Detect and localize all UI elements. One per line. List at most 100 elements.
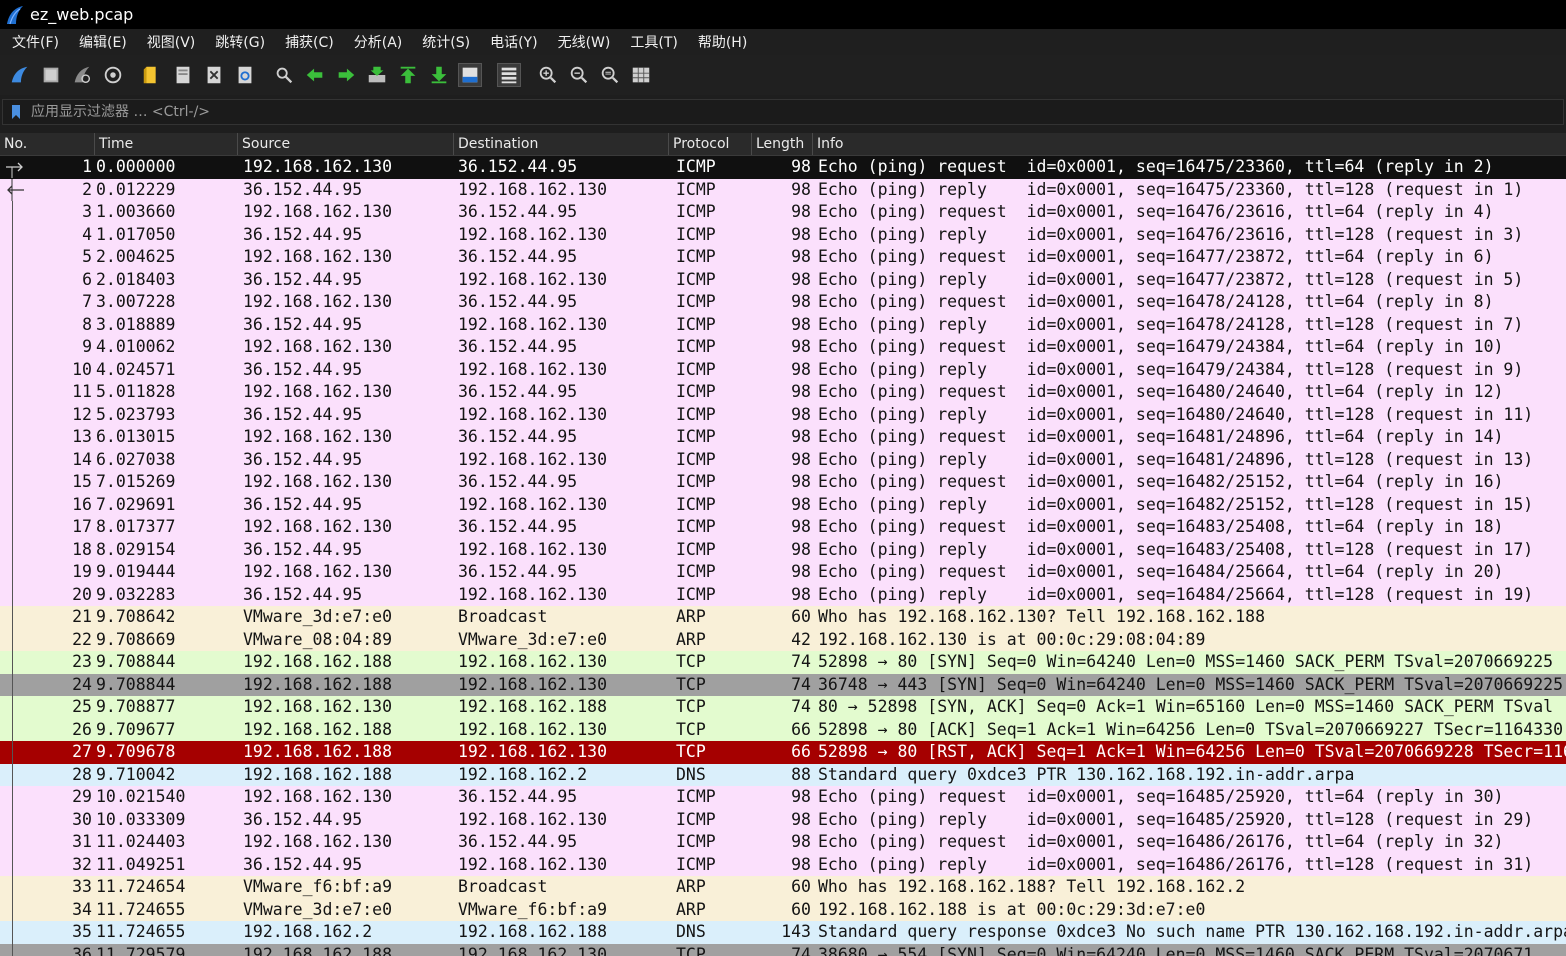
table-row[interactable]: 27 9.709678 192.168.162.188 192.168.162.130… bbox=[0, 741, 1566, 764]
related-packet-line bbox=[12, 718, 13, 741]
cell-no: 30 bbox=[0, 808, 95, 831]
menu-item-1[interactable]: 编辑(E) bbox=[67, 32, 135, 52]
go-last-packet-button[interactable] bbox=[427, 63, 451, 87]
menu-item-6[interactable]: 统计(S) bbox=[410, 32, 478, 52]
table-row[interactable]: 23 9.708844 192.168.162.188 192.168.162.130… bbox=[0, 651, 1566, 674]
table-row[interactable]: 20 9.032283 36.152.44.95 192.168.162.130 ICM… bbox=[0, 583, 1566, 606]
cell-proto: ICMP bbox=[669, 561, 752, 584]
menu-item-10[interactable]: 帮助(H) bbox=[686, 32, 755, 52]
table-row[interactable]: 12 5.023793 36.152.44.95 192.168.162.130 ICM… bbox=[0, 403, 1566, 426]
table-row[interactable]: 32 11.049251 36.152.44.95 192.168.162.130 IC… bbox=[0, 853, 1566, 876]
table-row[interactable]: 10 4.024571 36.152.44.95 192.168.162.130 ICM… bbox=[0, 358, 1566, 381]
related-packet-line bbox=[12, 381, 13, 404]
table-row[interactable]: 14 6.027038 36.152.44.95 192.168.162.130 ICM… bbox=[0, 448, 1566, 471]
close-file-button[interactable] bbox=[202, 63, 226, 87]
stop-capture-button[interactable] bbox=[39, 63, 63, 87]
menu-item-7[interactable]: 电话(Y) bbox=[478, 32, 545, 52]
cell-dst-text: 192.168.162.130 bbox=[458, 359, 608, 379]
table-row[interactable]: 5 2.004625 192.168.162.130 36.152.44.95 ICMP… bbox=[0, 246, 1566, 269]
colorize-button[interactable] bbox=[497, 63, 521, 87]
table-row[interactable]: 28 9.710042 192.168.162.188 192.168.162.2 DN… bbox=[0, 763, 1566, 787]
packet-list[interactable]: 1 0.000000 192.168.162.130 36.152.44.95 ICMP… bbox=[0, 156, 1566, 956]
column-header-time[interactable]: Time bbox=[95, 133, 238, 155]
table-row[interactable]: 11 5.011828 192.168.162.130 36.152.44.95 ICM… bbox=[0, 381, 1566, 404]
filter-bookmark-icon[interactable] bbox=[11, 104, 21, 120]
save-file-button[interactable] bbox=[171, 63, 195, 87]
go-first-packet-button[interactable] bbox=[396, 63, 420, 87]
table-row[interactable]: 3 1.003660 192.168.162.130 36.152.44.95 ICMP… bbox=[0, 201, 1566, 224]
menu-item-5[interactable]: 分析(A) bbox=[342, 32, 411, 52]
column-header-info[interactable]: Info bbox=[813, 133, 1566, 155]
table-row[interactable]: 16 7.029691 36.152.44.95 192.168.162.130 ICM… bbox=[0, 493, 1566, 517]
table-row[interactable]: 24 9.708844 192.168.162.188 192.168.162.130… bbox=[0, 673, 1566, 696]
table-row[interactable]: 35 11.724655 192.168.162.2 192.168.162.188 D… bbox=[0, 921, 1566, 944]
menu-item-9[interactable]: 工具(T) bbox=[618, 32, 685, 52]
zoom-out-button[interactable] bbox=[567, 63, 591, 87]
table-row[interactable]: 13 6.013015 192.168.162.130 36.152.44.95 ICM… bbox=[0, 426, 1566, 449]
table-row[interactable]: 15 7.015269 192.168.162.130 36.152.44.95 ICM… bbox=[0, 471, 1566, 494]
colorize-icon bbox=[501, 67, 517, 84]
cell-proto-text: ICMP bbox=[676, 472, 716, 491]
menu-item-2[interactable]: 视图(V) bbox=[135, 32, 204, 52]
menu-item-0[interactable]: 文件(F) bbox=[0, 32, 67, 52]
table-row[interactable]: 21 9.708642 VMware_3d:e7:e0 Broadcast ARP 60 W… bbox=[0, 606, 1566, 629]
table-row[interactable]: 6 2.018403 36.152.44.95 192.168.162.130 ICMP… bbox=[0, 268, 1566, 291]
cell-info: Echo (ping) request id=0x0001, seq=16480… bbox=[813, 381, 1566, 404]
cell-time: 9.708669 bbox=[95, 629, 238, 652]
open-file-button[interactable] bbox=[140, 63, 164, 87]
table-row[interactable]: 18 8.029154 36.152.44.95 192.168.162.130 ICM… bbox=[0, 538, 1566, 561]
table-row[interactable]: 4 1.017050 36.152.44.95 192.168.162.130 ICMP… bbox=[0, 223, 1566, 246]
zoom-in-button[interactable] bbox=[536, 63, 560, 87]
display-filter-input[interactable] bbox=[29, 100, 1563, 124]
table-row[interactable]: 22 9.708669 VMware_08:04:89 VMware_3d:e7:e0… bbox=[0, 628, 1566, 652]
column-header-destination[interactable]: Destination bbox=[454, 133, 669, 155]
find-packet-button[interactable] bbox=[272, 63, 296, 87]
table-row[interactable]: 34 11.724655 VMware_3d:e7:e0 VMware_f6:bf:a… bbox=[0, 898, 1566, 922]
reload-file-button[interactable] bbox=[233, 63, 257, 87]
column-header-no[interactable]: No. bbox=[0, 133, 95, 155]
cell-dst: 192.168.162.130 bbox=[454, 809, 669, 832]
zoom-normal-button[interactable] bbox=[598, 63, 622, 87]
table-row-selected[interactable]: 1 0.000000 192.168.162.130 36.152.44.95 ICMP… bbox=[0, 156, 1566, 179]
cell-no: 20 bbox=[0, 583, 95, 606]
related-packet-line bbox=[4, 178, 26, 202]
cell-no-text: 17 bbox=[72, 517, 92, 536]
table-row[interactable]: 17 8.017377 192.168.162.130 36.152.44.95 ICM… bbox=[0, 516, 1566, 539]
table-row[interactable]: 2 0.012229 36.152.44.95 192.168.162.130 ICMP… bbox=[0, 178, 1566, 202]
table-row[interactable]: 7 3.007228 192.168.162.130 36.152.44.95 ICMP… bbox=[0, 291, 1566, 314]
go-to-packet-button[interactable] bbox=[365, 63, 389, 87]
cell-no: 35 bbox=[0, 921, 95, 944]
table-row[interactable]: 31 11.024403 192.168.162.130 36.152.44.95 IC… bbox=[0, 831, 1566, 854]
go-forward-button[interactable] bbox=[334, 63, 358, 87]
cell-no-text: 26 bbox=[72, 719, 92, 739]
menu-item-3[interactable]: 跳转(G) bbox=[203, 32, 273, 52]
resize-columns-button[interactable] bbox=[629, 63, 653, 87]
cell-src: 192.168.162.130 bbox=[238, 426, 454, 449]
table-row[interactable]: 8 3.018889 36.152.44.95 192.168.162.130 ICMP… bbox=[0, 313, 1566, 336]
column-header-source[interactable]: Source bbox=[238, 133, 454, 155]
start-capture-button[interactable] bbox=[8, 63, 32, 87]
go-back-button[interactable] bbox=[303, 63, 327, 87]
menu-item-4[interactable]: 捕获(C) bbox=[273, 32, 342, 52]
capture-options-button[interactable] bbox=[101, 63, 125, 87]
cell-time: 9.710042 bbox=[95, 764, 238, 787]
table-row[interactable]: 36 11.729579 192.168.162.188 192.168.162.13… bbox=[0, 943, 1566, 956]
menu-item-8[interactable]: 无线(W) bbox=[546, 32, 619, 52]
table-row[interactable]: 25 9.708877 192.168.162.130 192.168.162.188… bbox=[0, 696, 1566, 719]
auto-scroll-button[interactable] bbox=[458, 63, 482, 87]
cell-info: Echo (ping) request id=0x0001, seq=16477… bbox=[813, 246, 1566, 269]
cell-proto-text: TCP bbox=[676, 652, 706, 671]
table-row[interactable]: 30 10.033309 36.152.44.95 192.168.162.130 IC… bbox=[0, 808, 1566, 832]
table-row[interactable]: 19 9.019444 192.168.162.130 36.152.44.95 ICM… bbox=[0, 561, 1566, 584]
column-header-length[interactable]: Length bbox=[752, 133, 813, 155]
table-row[interactable]: 9 4.010062 192.168.162.130 36.152.44.95 ICMP… bbox=[0, 336, 1566, 359]
cell-no-text: 30 bbox=[72, 809, 92, 829]
cell-src: 36.152.44.95 bbox=[238, 494, 454, 517]
restart-capture-button[interactable] bbox=[70, 63, 94, 87]
table-row[interactable]: 33 11.724654 VMware_f6:bf:a9 Broadcast ARP 60… bbox=[0, 876, 1566, 899]
cell-src-text: VMware_3d:e7:e0 bbox=[243, 607, 393, 626]
table-row[interactable]: 26 9.709677 192.168.162.188 192.168.162.130… bbox=[0, 718, 1566, 741]
column-header-protocol[interactable]: Protocol bbox=[669, 133, 752, 155]
table-row[interactable]: 29 10.021540 192.168.162.130 36.152.44.95 IC… bbox=[0, 786, 1566, 809]
cell-info: 192.168.162.188 is at 00:0c:29:3d:e7:e0 bbox=[813, 899, 1566, 922]
